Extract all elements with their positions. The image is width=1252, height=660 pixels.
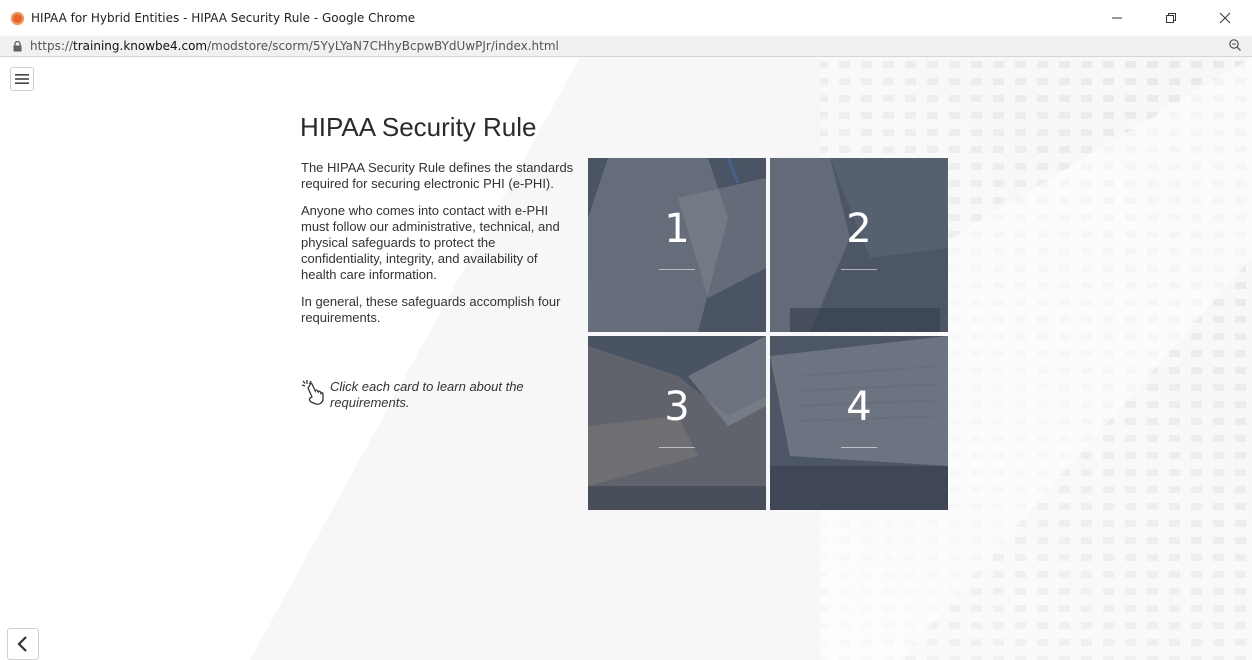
browser-title-bar: HIPAA for Hybrid Entities - HIPAA Securi… [0, 0, 1252, 36]
minimize-button[interactable] [1090, 0, 1144, 36]
url-host: training.knowbe4.com [73, 39, 208, 53]
intro-paragraph-3: In general, these safeguards accomplish … [301, 294, 561, 325]
intro-text: The HIPAA Security Rule defines the stan… [301, 160, 575, 337]
card-divider [659, 447, 695, 448]
window-title: HIPAA for Hybrid Entities - HIPAA Securi… [31, 11, 416, 25]
chevron-left-icon [17, 636, 27, 652]
card-divider [841, 447, 877, 448]
window-controls [1090, 0, 1252, 36]
restore-icon [1166, 13, 1176, 23]
page-title: HIPAA Security Rule [300, 112, 537, 142]
url-text[interactable]: https://training.knowbe4.com/modstore/sc… [30, 39, 559, 53]
requirement-card-2[interactable]: 2 [770, 158, 948, 332]
url-scheme: https:// [30, 39, 74, 53]
requirement-card-4[interactable]: 4 [770, 336, 948, 510]
hamburger-icon [15, 74, 29, 84]
intro-paragraph-1: The HIPAA Security Rule defines the stan… [301, 160, 574, 191]
card-number: 2 [846, 206, 872, 252]
hand-pointer-click-icon [301, 380, 324, 405]
restore-button[interactable] [1144, 0, 1198, 36]
card-divider [841, 269, 877, 270]
lock-icon[interactable] [13, 40, 22, 52]
card-divider [659, 269, 695, 270]
course-page: HIPAA Security Rule The HIPAA Security R… [0, 57, 1252, 660]
minimize-icon [1112, 17, 1122, 19]
requirement-card-1[interactable]: 1 [588, 158, 766, 332]
address-bar[interactable]: https://training.knowbe4.com/modstore/sc… [0, 36, 1252, 57]
back-button[interactable] [7, 628, 39, 660]
url-path: /modstore/scorm/5YyLYaN7CHhyBcpwBYdUwPJr… [207, 39, 559, 53]
intro-paragraph-2: Anyone who comes into contact with e-PHI… [301, 203, 560, 282]
site-favicon-icon [11, 11, 24, 25]
close-icon [1219, 12, 1231, 24]
close-window-button[interactable] [1198, 0, 1252, 36]
card-number: 4 [846, 384, 872, 430]
instruction-text: Click each card to learn about the requi… [330, 379, 524, 410]
magnifier-icon[interactable] [1228, 38, 1242, 52]
card-number: 1 [664, 206, 690, 252]
instruction-hint: Click each card to learn about the requi… [301, 379, 571, 411]
card-number: 3 [664, 384, 690, 430]
requirement-cards: 1 2 3 4 [588, 158, 948, 510]
requirement-card-3[interactable]: 3 [588, 336, 766, 510]
menu-button[interactable] [10, 67, 34, 91]
